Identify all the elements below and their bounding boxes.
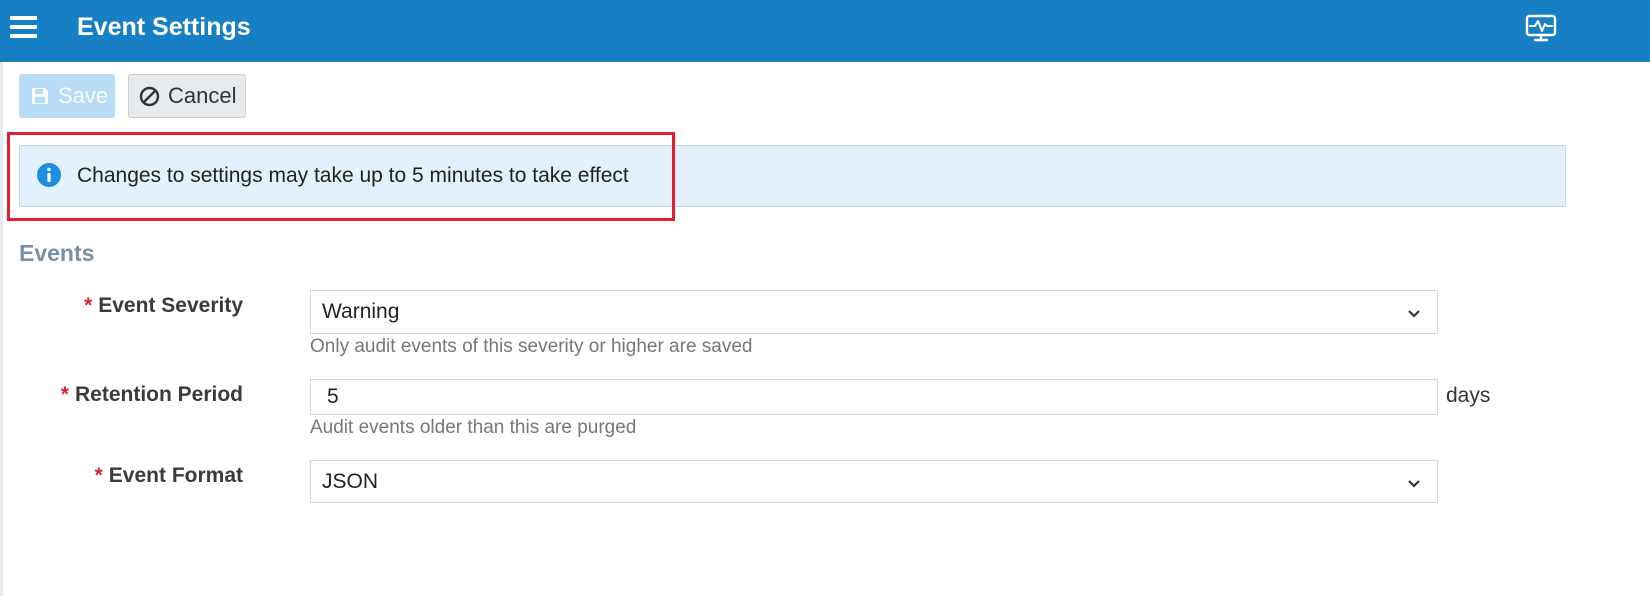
retention-period-input[interactable]: 5 [310, 379, 1438, 415]
retention-period-label-text: Retention Period [74, 383, 243, 406]
event-format-select[interactable]: JSON [310, 460, 1438, 503]
event-severity-label: * Event Severity [84, 294, 243, 318]
event-format-label: * Event Format [95, 464, 243, 488]
info-circle-icon [37, 163, 61, 187]
info-alert: Changes to settings may take up to 5 min… [19, 145, 1566, 207]
save-button-label: Save [58, 83, 109, 108]
required-indicator: * [94, 464, 103, 487]
retention-period-value: 5 [327, 385, 339, 408]
save-button[interactable]: Save [19, 74, 115, 118]
cancel-button[interactable]: Cancel [128, 74, 246, 118]
retention-period-label: * Retention Period [61, 383, 243, 407]
alert-message: Changes to settings may take up to 5 min… [77, 164, 629, 187]
page-title: Event Settings [77, 13, 251, 41]
retention-period-help: Audit events older than this are purged [310, 417, 637, 438]
chevron-down-icon [1408, 480, 1420, 488]
monitor-activity-icon[interactable] [1525, 13, 1557, 43]
event-format-label-text: Event Format [108, 464, 243, 487]
floppy-disk-icon [32, 88, 48, 104]
event-format-value: JSON [322, 470, 379, 493]
top-bar: Event Settings [0, 0, 1650, 62]
event-severity-help: Only audit events of this severity or hi… [310, 336, 753, 357]
required-indicator: * [60, 383, 69, 406]
retention-unit-label: days [1446, 384, 1491, 407]
event-severity-label-text: Event Severity [98, 294, 243, 317]
cancel-button-label: Cancel [168, 83, 237, 108]
ban-circle-icon [139, 86, 160, 106]
section-title-events: Events [19, 240, 95, 266]
event-severity-select[interactable]: Warning [310, 290, 1438, 334]
chevron-down-icon [1408, 310, 1420, 318]
event-severity-value: Warning [322, 300, 400, 323]
required-indicator: * [84, 294, 93, 317]
hamburger-menu-icon[interactable] [10, 14, 37, 38]
